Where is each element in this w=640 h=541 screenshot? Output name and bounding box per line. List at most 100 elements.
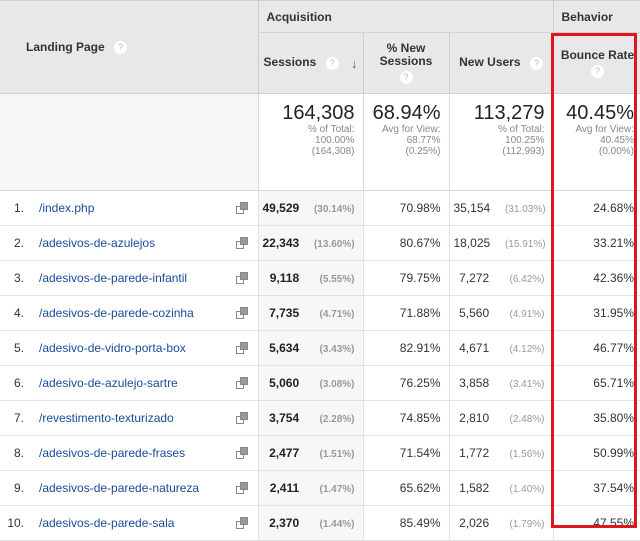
sessions-value: 3,754	[269, 411, 299, 425]
new-sessions-value: 85.49%	[400, 516, 441, 530]
sessions-cell: 3,754 (2.28%)	[258, 401, 363, 436]
table-row: 10. /adesivos-de-parede-sala 2,370 (1.44%…	[0, 506, 640, 541]
summary-label-cell	[0, 94, 258, 191]
new-sessions-cell: 76.25%	[363, 366, 449, 401]
help-icon[interactable]: ?	[114, 41, 127, 54]
new-sessions-value: 82.91%	[400, 341, 441, 355]
column-header-bounce-rate[interactable]: Bounce Rate ?	[553, 33, 640, 94]
sessions-cell: 9,118 (5.55%)	[258, 261, 363, 296]
new-sessions-cell: 74.85%	[363, 401, 449, 436]
summary-value: 68.94%	[368, 102, 441, 124]
summary-caption: 68.77%	[368, 135, 441, 146]
sessions-cell: 2,411 (1.47%)	[258, 471, 363, 506]
summary-bounce-rate: 40.45% Avg for View: 40.45% (0.00%)	[553, 94, 640, 191]
new-users-cell: 18,025 (15.91%)	[449, 226, 553, 261]
summary-caption: 100.00%	[263, 135, 355, 146]
landing-page-link[interactable]: /adesivos-de-parede-cozinha	[39, 306, 194, 320]
column-header-new-users[interactable]: New Users ?	[449, 33, 553, 94]
summary-caption: (0.00%)	[558, 146, 635, 157]
table-row: 1./index.php 49,529 (30.14%) 70.98% 35,1…	[0, 191, 640, 226]
column-header-sessions[interactable]: Sessions ? ↓	[258, 33, 363, 94]
sessions-percent: (5.55%)	[303, 274, 355, 285]
row-number: 2.	[0, 236, 24, 250]
sessions-percent: (4.71%)	[303, 309, 355, 320]
summary-caption: 100.25%	[454, 135, 545, 146]
sessions-value: 2,370	[269, 516, 299, 530]
new-sessions-value: 71.54%	[400, 446, 441, 460]
summary-sessions: 164,308 % of Total: 100.00% (164,308)	[258, 94, 363, 191]
row-number: 1.	[0, 201, 24, 215]
sessions-value: 5,060	[269, 376, 299, 390]
summary-caption: (164,308)	[263, 146, 355, 157]
table-row: 7./revestimento-texturizado 3,754 (2.28%…	[0, 401, 640, 436]
open-page-external-icon[interactable]	[236, 237, 248, 249]
new-sessions-value: 76.25%	[400, 376, 441, 390]
bounce-rate-cell: 47.55%	[553, 506, 640, 541]
bounce-rate-label: Bounce Rate	[554, 49, 640, 62]
row-number: 5.	[0, 341, 24, 355]
help-icon[interactable]: ?	[326, 57, 339, 70]
column-header-new-sessions[interactable]: % New Sessions ?	[363, 33, 449, 94]
new-users-percent: (15.91%)	[494, 239, 546, 250]
new-sessions-cell: 79.75%	[363, 261, 449, 296]
row-number: 10.	[0, 516, 24, 530]
landing-page-link[interactable]: /index.php	[39, 201, 94, 215]
new-sessions-cell: 71.54%	[363, 436, 449, 471]
column-header-landing-page[interactable]: Landing Page ?	[0, 1, 258, 94]
sessions-cell: 5,634 (3.43%)	[258, 331, 363, 366]
bounce-rate-value: 42.36%	[593, 271, 634, 285]
table-row: 8./adesivos-de-parede-frases 2,477 (1.51…	[0, 436, 640, 471]
landing-page-link[interactable]: /adesivos-de-parede-sala	[39, 516, 174, 530]
landing-page-report-table: Landing Page ? Acquisition Behavior Sess…	[0, 0, 640, 541]
sessions-percent: (2.28%)	[303, 414, 355, 425]
summary-caption: % of Total:	[263, 124, 355, 135]
summary-caption: 40.45%	[558, 135, 635, 146]
open-page-external-icon[interactable]	[236, 202, 248, 214]
row-number: 6.	[0, 376, 24, 390]
landing-page-link[interactable]: /adesivo-de-vidro-porta-box	[39, 341, 186, 355]
landing-page-link[interactable]: /adesivos-de-parede-natureza	[39, 481, 199, 495]
open-page-external-icon[interactable]	[236, 307, 248, 319]
table-row: 5. /adesivo-de-vidro-porta-box 5,634 (3.4…	[0, 331, 640, 366]
summary-caption: (0.25%)	[368, 146, 441, 157]
new-sessions-cell: 82.91%	[363, 331, 449, 366]
bounce-rate-value: 47.55%	[593, 516, 634, 530]
sessions-value: 7,735	[269, 306, 299, 320]
new-users-cell: 7,272 (6.42%)	[449, 261, 553, 296]
open-page-external-icon[interactable]	[236, 272, 248, 284]
sort-descending-icon[interactable]: ↓	[351, 57, 358, 70]
open-page-external-icon[interactable]	[236, 447, 248, 459]
landing-page-link[interactable]: /adesivos-de-azulejos	[39, 236, 155, 250]
open-page-external-icon[interactable]	[236, 517, 248, 529]
group-header-behavior: Behavior	[553, 1, 640, 33]
table-row: 4. /adesivos-de-parede-cozinha 7,735 (4.7…	[0, 296, 640, 331]
new-users-cell: 5,560 (4.91%)	[449, 296, 553, 331]
row-number: 4.	[0, 306, 24, 320]
new-users-percent: (1.56%)	[493, 449, 545, 460]
new-users-percent: (2.48%)	[493, 414, 545, 425]
bounce-rate-cell: 46.77%	[553, 331, 640, 366]
new-users-value: 3,858	[459, 376, 489, 390]
summary-caption: % of Total:	[454, 124, 545, 135]
sessions-value: 49,529	[263, 201, 300, 215]
sessions-value: 2,477	[269, 446, 299, 460]
help-icon[interactable]: ?	[591, 65, 604, 78]
landing-page-link[interactable]: /adesivos-de-parede-infantil	[39, 271, 187, 285]
landing-page-link[interactable]: /adesivos-de-parede-frases	[39, 446, 185, 460]
help-icon[interactable]: ?	[400, 71, 413, 84]
sessions-percent: (1.44%)	[303, 519, 355, 530]
sessions-value: 9,118	[270, 271, 299, 285]
help-icon[interactable]: ?	[530, 57, 543, 70]
landing-page-link[interactable]: /adesivo-de-azulejo-sartre	[39, 376, 178, 390]
landing-page-cell: 8./adesivos-de-parede-frases	[0, 436, 258, 471]
new-users-cell: 2,810 (2.48%)	[449, 401, 553, 436]
open-page-external-icon[interactable]	[236, 342, 248, 354]
bounce-rate-value: 33.21%	[593, 236, 634, 250]
landing-page-link[interactable]: /revestimento-texturizado	[39, 411, 174, 425]
new-users-percent: (1.40%)	[493, 484, 545, 495]
open-page-external-icon[interactable]	[236, 412, 248, 424]
new-users-cell: 4,671 (4.12%)	[449, 331, 553, 366]
open-page-external-icon[interactable]	[236, 377, 248, 389]
open-page-external-icon[interactable]	[236, 482, 248, 494]
sessions-label: Sessions	[264, 55, 317, 69]
